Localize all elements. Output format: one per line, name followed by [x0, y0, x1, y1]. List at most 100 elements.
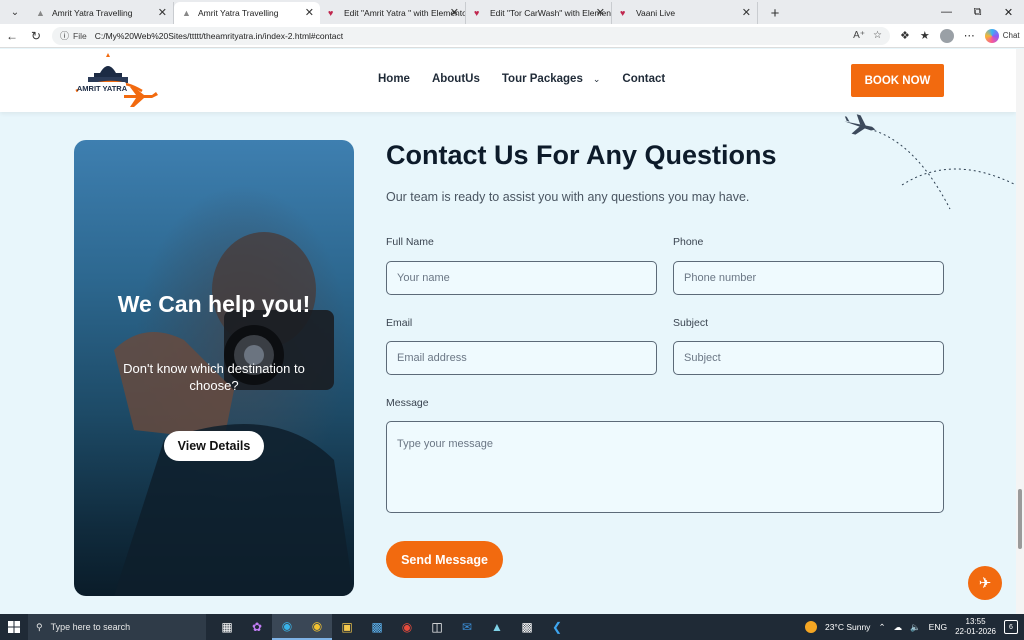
- subject-label: Subject: [673, 317, 709, 329]
- chat-label: Chat: [1002, 31, 1020, 40]
- nav-about[interactable]: AboutUs: [432, 73, 480, 85]
- address-bar[interactable]: ⓘ File C:/My%20Web%20Sites/ttttt/theamri…: [52, 26, 890, 45]
- scheme-label: File: [73, 30, 87, 41]
- tab-title: Amrit Yatra Travelling: [198, 8, 279, 18]
- promo-title: We Can help you!: [117, 291, 311, 317]
- info-icon[interactable]: ⓘ: [60, 29, 69, 42]
- photos-app-icon[interactable]: ▲: [482, 614, 512, 640]
- favorite-star-icon[interactable]: ☆: [873, 30, 882, 41]
- chrome-app-icon[interactable]: ◉: [302, 614, 332, 640]
- copilot-app-icon[interactable]: ✿: [242, 614, 272, 640]
- subject-input[interactable]: Subject: [673, 341, 944, 375]
- elementor-icon: ♥: [328, 8, 334, 18]
- tab-title: Amrit Yatra Travelling: [52, 8, 133, 18]
- chrome-profile-icon[interactable]: ◉: [392, 614, 422, 640]
- tray-chevron-icon[interactable]: ⌃: [878, 622, 885, 633]
- close-icon[interactable]: ✕: [742, 6, 751, 19]
- clock[interactable]: 13:55 22-01-2026: [955, 617, 996, 637]
- site-icon: ▲: [182, 8, 191, 18]
- language-indicator[interactable]: ENG: [929, 622, 947, 632]
- favorites-icon[interactable]: ★: [920, 29, 930, 42]
- vscode-app-icon[interactable]: ❮: [542, 614, 572, 640]
- windows-start-button[interactable]: [0, 614, 28, 640]
- network-icon[interactable]: ☁: [894, 622, 903, 633]
- system-tray: 23°C Sunny ⌃ ☁ 🔈 ENG 13:55 22-01-2026 6: [804, 617, 1024, 637]
- browser-tab[interactable]: ♥ Vaani Live ✕: [612, 2, 758, 24]
- promo-image-card: We Can help you! Don't know which destin…: [74, 140, 354, 596]
- extensions-icon[interactable]: ❖: [900, 29, 910, 42]
- send-message-button[interactable]: Send Message: [386, 541, 503, 578]
- url-text[interactable]: C:/My%20Web%20Sites/ttttt/theamrityatra.…: [95, 31, 853, 41]
- tab-title: Edit "Amrit Yatra " with Elementor: [344, 8, 466, 18]
- new-tab-button[interactable]: +: [764, 2, 786, 24]
- taskbar-search[interactable]: ⚲ Type here to search: [28, 614, 206, 640]
- notification-icon[interactable]: 6: [1004, 620, 1018, 634]
- restore-icon[interactable]: ⧉: [962, 0, 993, 24]
- clock-time: 13:55: [965, 617, 986, 626]
- full-name-label: Full Name: [386, 236, 434, 248]
- more-menu-icon[interactable]: ⋯: [964, 29, 975, 42]
- vaani-icon: ♥: [620, 8, 626, 18]
- full-name-input[interactable]: Your name: [386, 261, 657, 295]
- scrollbar-thumb[interactable]: [1018, 489, 1022, 549]
- copilot-chat-button[interactable]: Chat: [984, 28, 1020, 43]
- close-icon[interactable]: ✕: [158, 6, 167, 19]
- page-viewport: AMRIT YATRA Home AboutUs Tour Packages ⌄…: [0, 49, 1016, 614]
- contact-title: Contact Us For Any Questions: [386, 140, 777, 170]
- search-icon: ⚲: [36, 621, 43, 632]
- message-textarea[interactable]: Type your message: [386, 421, 944, 513]
- nav-contact[interactable]: Contact: [622, 73, 665, 85]
- phone-label: Phone: [673, 236, 704, 248]
- browser-tab[interactable]: ♥ Edit "Amrit Yatra " with Elementor ✕: [320, 2, 466, 24]
- plane-icon: ✈: [978, 575, 992, 592]
- book-now-button[interactable]: BOOK NOW: [851, 64, 944, 97]
- floating-plane-button[interactable]: ✈: [968, 566, 1002, 600]
- task-view-icon[interactable]: ▦: [212, 614, 242, 640]
- copilot-icon: [984, 28, 999, 43]
- site-logo[interactable]: AMRIT YATRA: [72, 51, 158, 111]
- outlook-app-icon[interactable]: ✉: [452, 614, 482, 640]
- close-icon[interactable]: ✕: [596, 6, 605, 19]
- nav-tour-packages[interactable]: Tour Packages ⌄: [502, 73, 601, 85]
- window-controls: — ⧉ ✕: [931, 0, 1024, 24]
- message-label: Message: [386, 397, 429, 409]
- close-icon[interactable]: ✕: [305, 6, 314, 19]
- volume-icon[interactable]: 🔈: [910, 622, 921, 633]
- browser-tab[interactable]: ♥ Edit "Tor CarWash" with Elementor ✕: [466, 2, 612, 24]
- store-app-icon[interactable]: ▩: [362, 614, 392, 640]
- browser-tab[interactable]: ▲ Amrit Yatra Travelling ✕: [28, 2, 174, 24]
- clock-date: 22-01-2026: [955, 627, 996, 636]
- main-navigation: Home AboutUs Tour Packages ⌄ Contact: [378, 73, 665, 85]
- email-input[interactable]: Email address: [386, 341, 657, 375]
- terminal-app-icon[interactable]: ▩: [512, 614, 542, 640]
- windows-logo-icon: [8, 621, 20, 633]
- view-details-button[interactable]: View Details: [164, 431, 264, 461]
- promo-subtitle: Don't know which destination to choose?: [123, 361, 305, 393]
- site-icon: ▲: [36, 8, 45, 18]
- weather-sun-icon[interactable]: [804, 621, 817, 633]
- file-explorer-icon[interactable]: ▣: [332, 614, 362, 640]
- back-icon[interactable]: ←: [0, 25, 24, 47]
- weather-text[interactable]: 23°C Sunny: [825, 622, 870, 632]
- read-aloud-icon[interactable]: A⁺: [853, 30, 865, 41]
- tab-title: Vaani Live: [636, 8, 676, 18]
- capcut-app-icon[interactable]: ◫: [422, 614, 452, 640]
- nav-tour-packages-label: Tour Packages: [501, 73, 583, 85]
- close-window-icon[interactable]: ✕: [993, 0, 1024, 24]
- browser-tab-strip: ⌄ ▲ Amrit Yatra Travelling ✕ ▲ Amrit Yat…: [0, 0, 1024, 24]
- page-scrollbar[interactable]: [1016, 49, 1024, 614]
- email-label: Email: [386, 317, 413, 329]
- browser-tab-active[interactable]: ▲ Amrit Yatra Travelling ✕: [174, 2, 320, 24]
- notification-count: 6: [1009, 623, 1013, 631]
- contact-subtitle: Our team is ready to assist you with any…: [386, 190, 750, 204]
- windows-taskbar: ⚲ Type here to search ▦ ✿ ◉ ◉ ▣ ▩ ◉ ◫ ✉ …: [0, 614, 1024, 640]
- refresh-icon[interactable]: ↻: [24, 25, 48, 47]
- nav-home[interactable]: Home: [378, 73, 410, 85]
- edge-app-icon[interactable]: ◉: [272, 614, 302, 640]
- tab-actions-menu[interactable]: ⌄: [4, 1, 26, 23]
- minimize-icon[interactable]: —: [931, 0, 962, 24]
- phone-input[interactable]: Phone number: [673, 261, 944, 295]
- profile-avatar[interactable]: [939, 28, 954, 43]
- chevron-down-icon: ⌄: [592, 73, 601, 84]
- close-icon[interactable]: ✕: [450, 6, 459, 19]
